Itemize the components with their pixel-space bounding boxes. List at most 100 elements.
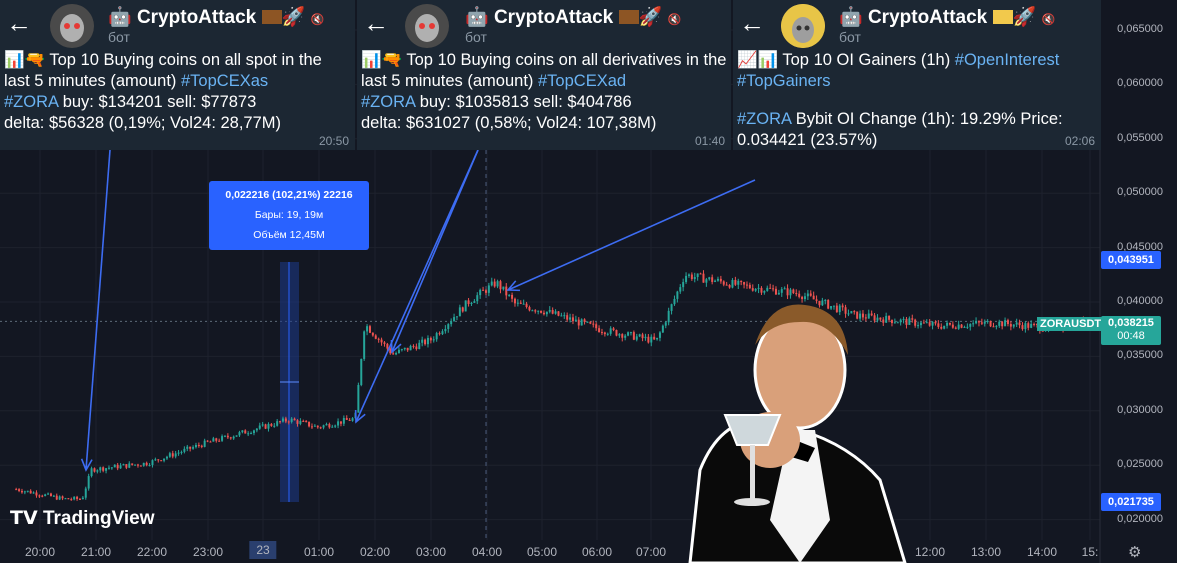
candle-body [661,325,664,333]
candle-body [241,430,244,433]
hashtag-link[interactable]: #TopGainers [737,72,831,90]
candle-body [116,464,119,469]
candle-body [966,326,969,328]
telegram-post-3: ← 🤖 CryptoAttack 🚀 🔇 бот 📈📊 Top 10 OI Ga… [733,0,1101,150]
candle-body [908,318,911,325]
candle-body [589,321,592,324]
candle-body [58,496,61,500]
candle-body [99,467,102,471]
candle-body [569,317,572,320]
candle-body [496,281,499,287]
candle-body [128,463,131,468]
candle-body [374,335,377,339]
candle-body [157,459,160,461]
candle-body [493,281,496,287]
channel-avatar[interactable] [405,4,449,48]
candle-body [264,424,267,429]
candle-body [957,324,960,329]
hashtag-link[interactable]: #OpenInterest [955,51,1060,69]
candle-body [32,492,35,494]
channel-avatar[interactable] [50,4,94,48]
candle-body [812,295,815,300]
high-price-marker: 0,043951 [1101,251,1161,269]
channel-title[interactable]: 🤖 CryptoAttack 🚀 🔇 [839,5,1055,29]
hashtag-link[interactable]: #TopCEXas [181,72,268,90]
candle-body [313,425,316,427]
candle-body [508,294,511,296]
hashtag-link[interactable]: #ZORA [361,93,415,111]
candle-body [951,324,954,328]
candle-body [528,307,531,311]
candle-body [380,339,383,343]
candle-body [772,288,775,290]
candle-body [940,326,943,329]
candle-body [621,334,624,338]
message-text: 📊🔫 Top 10 Buying coins on all spot in th… [4,51,322,132]
candle-body [786,288,789,296]
candle-body [827,300,830,309]
candle-body [186,446,189,449]
gun-emoji-icon: 🔫 [24,51,46,69]
candle-body [209,441,212,443]
candle-body [403,347,406,350]
candle-body [322,425,325,428]
candle-body [722,281,725,285]
candle-body [838,305,841,313]
channel-title[interactable]: 🤖 CryptoAttack 🚀 🔇 [465,5,681,29]
channel-title[interactable]: 🤖 CryptoAttack 🚀 🔇 [108,5,324,29]
gun-emoji-icon: 🔫 [381,51,403,69]
candle-body [438,333,441,335]
candle-body [980,322,983,324]
candle-body [337,421,340,426]
candle-body [864,317,867,319]
candle-body [383,342,386,344]
candle-body [35,492,38,496]
hashtag-link[interactable]: #TopCEXad [538,72,626,90]
candle-body [392,353,395,355]
candle-body [856,311,859,319]
candle-body [247,433,250,435]
candle-body [1012,324,1015,327]
candle-body [122,464,125,466]
time-tick-label: 21:00 [80,545,112,559]
candle-body [606,333,609,335]
candle-body [279,421,282,423]
candle-body [487,285,490,293]
back-arrow-icon[interactable]: ← [739,10,765,36]
rocket-icon: 🚀 [281,7,306,28]
candle-body [650,336,653,343]
back-arrow-icon[interactable]: ← [363,10,389,36]
candle-body [835,305,838,313]
candle-body [171,453,174,457]
back-arrow-icon[interactable]: ← [6,10,32,36]
candle-body [328,424,331,428]
telegram-post-1: ← 🤖 CryptoAttack 🚀 🔇 бот 📊🔫 Top 10 Buyin… [0,0,355,150]
candle-body [795,293,798,295]
channel-avatar[interactable] [781,4,825,48]
price-tick-label: 0,050000 [1117,186,1163,199]
candle-body [998,321,1001,326]
hashtag-link[interactable]: #ZORA [4,93,58,111]
candle-body [1015,322,1018,325]
candle-body [548,309,551,312]
hashtag-link[interactable]: #ZORA [737,110,791,128]
candle-body [925,322,928,324]
candle-body [983,321,986,324]
candle-body [754,288,757,291]
candle-body [296,420,299,424]
candle-body [577,319,580,326]
candle-body [760,287,763,293]
candle-body [47,493,50,495]
candle-body [200,445,203,447]
candle-body [934,321,937,324]
candle-body [609,328,612,334]
candle-body [986,321,989,323]
candle-body [948,322,951,325]
candle-body [1018,322,1021,326]
candle-body [792,289,795,294]
candle-body [180,451,183,453]
candle-body [560,315,563,317]
candle-body [464,300,467,312]
candle-body [232,436,235,439]
settings-gear-icon[interactable]: ⚙ [1128,543,1141,561]
